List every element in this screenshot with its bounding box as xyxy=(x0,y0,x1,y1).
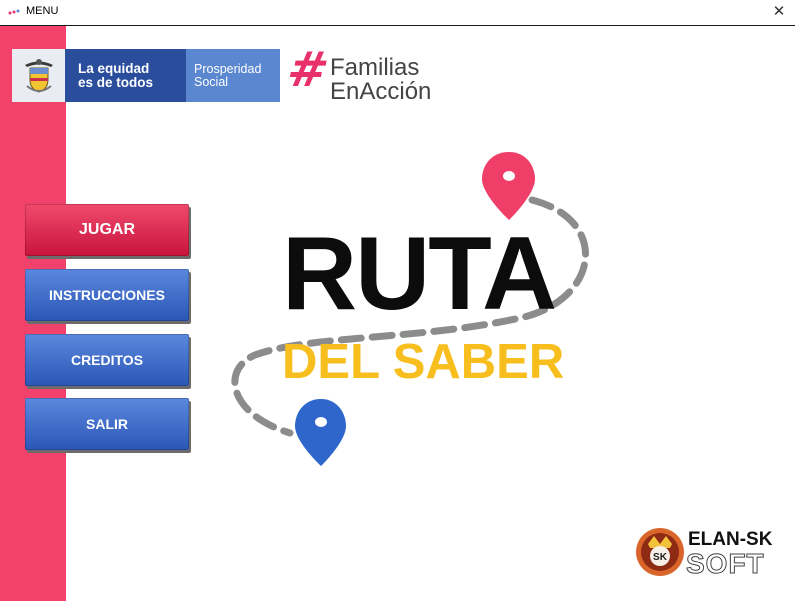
program-name-line-2: EnAcción xyxy=(330,78,432,105)
game-title-sub: DEL SABER xyxy=(282,335,565,389)
close-icon[interactable]: ✕ xyxy=(769,2,789,20)
map-pin-icon xyxy=(482,152,535,220)
familias-logo: # Familias EnAcción xyxy=(283,42,448,106)
coat-of-arms-box xyxy=(12,49,65,102)
instructions-button[interactable]: INSTRUCCIONES xyxy=(25,269,189,321)
studio-logo: SK ELAN-SK SOFT xyxy=(634,526,784,580)
prosperity-label: Prosperidad Social xyxy=(186,49,280,102)
play-button[interactable]: JUGAR xyxy=(25,204,189,256)
hash-icon: # xyxy=(283,42,334,98)
coat-of-arms-icon xyxy=(24,58,53,93)
map-pin-icon xyxy=(295,399,346,466)
government-logo-banner: La equidad es de todos Prosperidad Socia… xyxy=(12,49,280,102)
game-title-main: RUTA xyxy=(282,216,557,332)
credits-button[interactable]: CREDITOS xyxy=(25,334,189,386)
prosperity-line-1: Prosperidad xyxy=(194,61,262,76)
equity-line-1: La equidad xyxy=(78,60,150,76)
exit-button[interactable]: SALIR xyxy=(25,398,189,450)
studio-emblem-icon: SK xyxy=(636,528,684,576)
equity-slogan: La equidad es de todos xyxy=(65,49,186,102)
equity-line-2: es de todos xyxy=(78,74,154,90)
studio-name-line-2: SOFT xyxy=(686,548,765,580)
app-icon xyxy=(8,9,20,15)
prosperity-line-2: Social xyxy=(194,74,229,89)
title-bar: MENU ✕ xyxy=(0,0,795,26)
window-title: MENU xyxy=(26,5,59,17)
svg-text:SK: SK xyxy=(653,552,668,563)
